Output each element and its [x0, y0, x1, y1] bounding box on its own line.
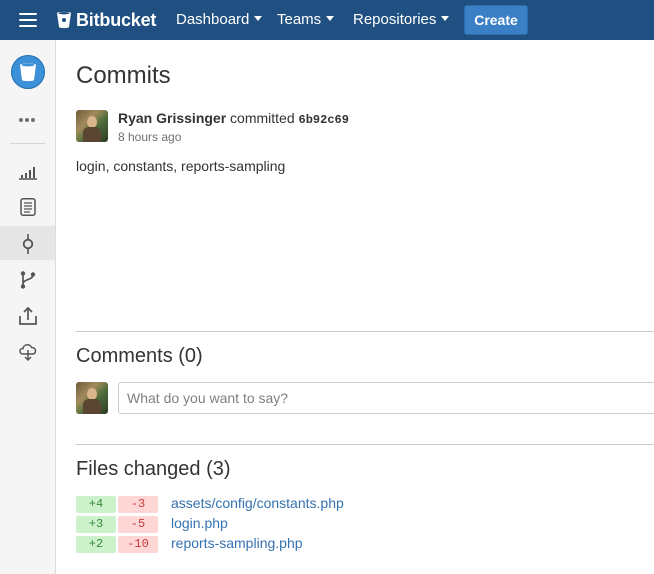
more-icon[interactable] — [19, 109, 37, 122]
avatar[interactable] — [76, 110, 108, 142]
commit-verb: committed — [230, 110, 295, 126]
lines-removed-badge: -5 — [118, 516, 158, 533]
lines-added-badge: +3 — [76, 516, 116, 533]
avatar — [76, 382, 108, 414]
repo-sidebar — [0, 40, 56, 574]
commit-hash[interactable]: 6b92c69 — [299, 113, 349, 127]
file-link[interactable]: reports-sampling.php — [171, 535, 303, 551]
pull-requests-icon[interactable] — [0, 298, 55, 332]
commit-author-name[interactable]: Ryan Grissinger — [118, 110, 226, 126]
lines-added-badge: +2 — [76, 536, 116, 553]
bucket-icon — [20, 63, 36, 82]
page-title: Commits — [76, 62, 171, 89]
menu-icon[interactable] — [19, 13, 37, 27]
lines-removed-badge: -10 — [118, 536, 158, 553]
bitbucket-logo[interactable]: Bitbucket — [56, 8, 156, 32]
brand-name: Bitbucket — [76, 9, 157, 30]
chevron-down-icon — [254, 16, 263, 21]
source-icon[interactable] — [0, 190, 55, 224]
repo-avatar-icon[interactable] — [11, 55, 45, 89]
downloads-icon[interactable] — [0, 334, 55, 368]
repositories-label: Repositories — [353, 11, 437, 28]
section-divider — [76, 331, 654, 332]
top-navigation: Bitbucket Dashboard Teams Repositories C… — [0, 0, 654, 40]
commit-message: login, constants, reports-sampling — [76, 158, 286, 174]
teams-menu[interactable]: Teams — [277, 11, 335, 28]
file-link[interactable]: login.php — [171, 515, 228, 531]
commits-icon[interactable] — [0, 226, 55, 260]
lines-removed-badge: -3 — [118, 496, 158, 513]
section-divider — [76, 444, 654, 445]
sidebar-divider — [10, 143, 45, 144]
repositories-menu[interactable]: Repositories — [353, 11, 450, 28]
teams-label: Teams — [277, 11, 322, 28]
create-button[interactable]: Create — [464, 5, 528, 35]
bitbucket-bucket-icon — [57, 11, 71, 29]
files-changed-heading: Files changed (3) — [76, 458, 231, 480]
main-content: Commits Ryan Grissinger committed 6b92c6… — [56, 40, 654, 574]
branches-icon[interactable] — [0, 262, 55, 296]
file-link[interactable]: assets/config/constants.php — [171, 495, 344, 511]
commit-header: Ryan Grissinger committed 6b92c69 — [118, 110, 349, 127]
lines-added-badge: +4 — [76, 496, 116, 513]
chevron-down-icon — [326, 16, 335, 21]
comments-heading: Comments (0) — [76, 345, 203, 367]
commit-timestamp: 8 hours ago — [118, 130, 182, 144]
comment-input[interactable] — [118, 382, 654, 414]
dashboard-menu[interactable]: Dashboard — [176, 11, 263, 28]
stats-icon[interactable] — [0, 154, 55, 188]
dashboard-label: Dashboard — [176, 11, 250, 28]
chevron-down-icon — [441, 16, 450, 21]
